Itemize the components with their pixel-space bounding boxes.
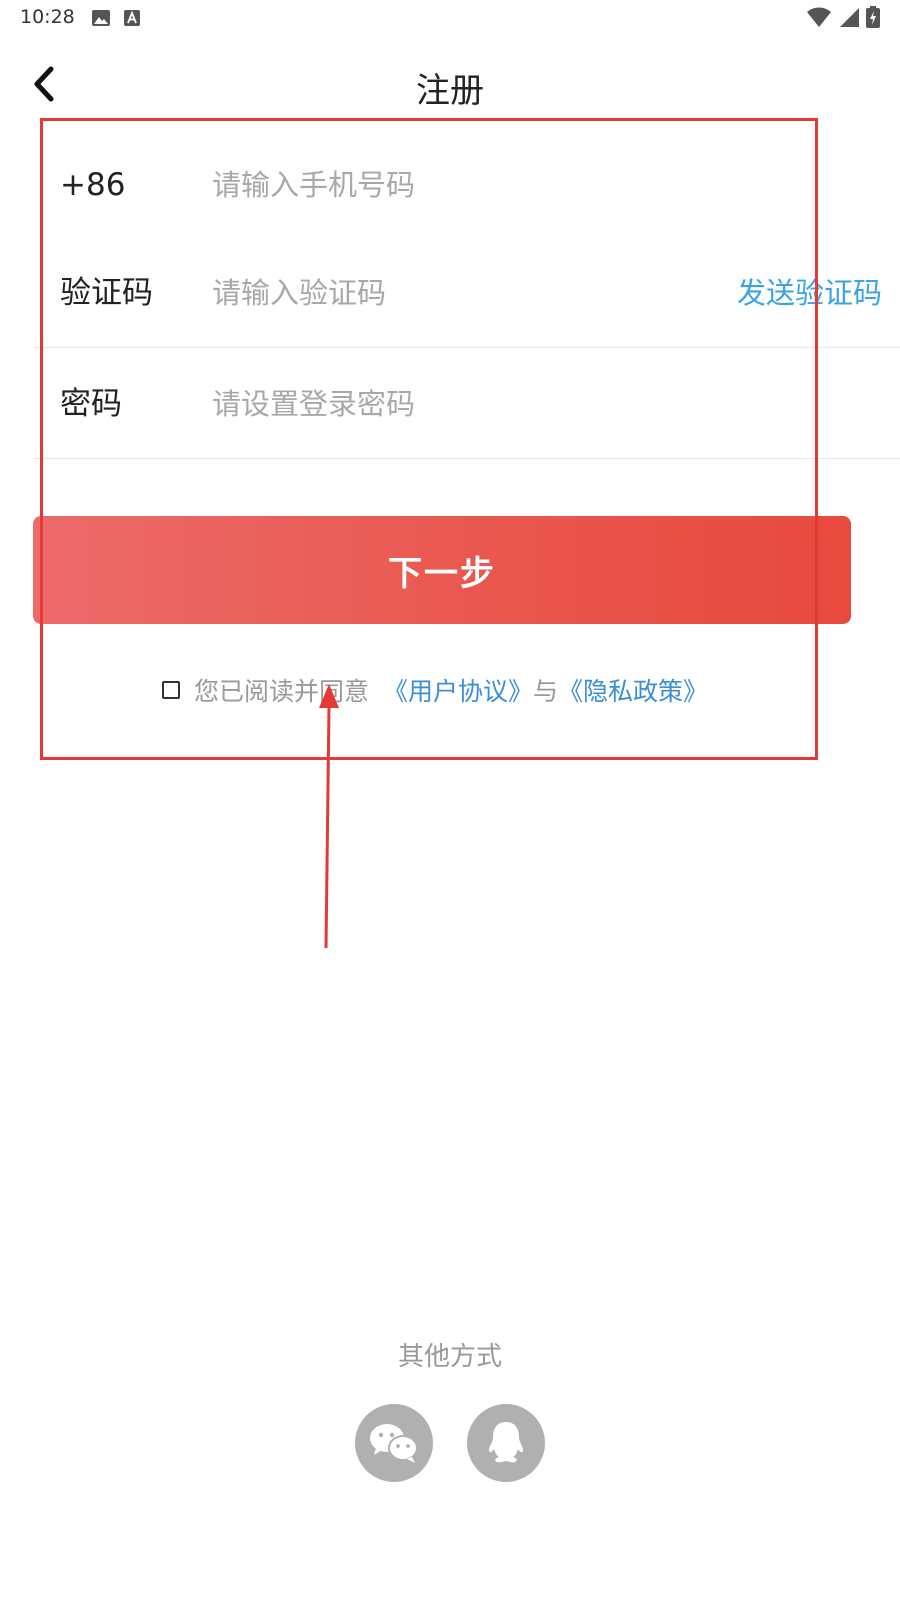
agreement-checkbox[interactable]	[161, 681, 180, 699]
password-input[interactable]	[212, 377, 712, 431]
cellular-signal-icon	[840, 8, 859, 27]
other-methods-label: 其他方式	[397, 1342, 502, 1372]
social-login-row	[0, 1404, 900, 1482]
password-label: 密码	[60, 386, 122, 422]
text-notification-icon	[124, 10, 140, 26]
row-divider	[34, 347, 900, 348]
agreement-row: 您已阅读并同意 《用户协议》 与 《隐私政策》	[0, 670, 900, 710]
agreement-text: 您已阅读并同意	[193, 677, 369, 706]
wechat-login-button[interactable]	[355, 1404, 433, 1482]
qq-login-button[interactable]	[467, 1404, 545, 1482]
page-title: 注册	[416, 71, 484, 111]
verification-code-input[interactable]	[212, 266, 692, 320]
row-divider	[34, 458, 900, 459]
battery-icon	[866, 6, 880, 28]
agreement-and-text: 与	[533, 677, 559, 706]
image-notification-icon	[92, 10, 110, 26]
status-system-icons	[806, 6, 880, 28]
privacy-policy-link[interactable]: 《隐私政策》	[558, 672, 708, 708]
send-code-button[interactable]: 发送验证码	[737, 238, 882, 348]
phone-row: +86	[34, 130, 900, 240]
qq-icon	[488, 1422, 524, 1463]
password-row: 密码	[34, 349, 900, 459]
wechat-icon	[370, 1424, 418, 1463]
nav-bar: 注册	[0, 50, 900, 120]
phone-input[interactable]	[212, 158, 712, 212]
annotation-arrow	[319, 684, 339, 949]
wifi-icon	[807, 7, 831, 27]
country-code-label: +86	[60, 167, 126, 203]
verification-code-row: 验证码 发送验证码	[34, 238, 900, 348]
status-time: 10:28	[20, 6, 75, 28]
status-bar: 10:28	[0, 0, 900, 36]
verification-code-label: 验证码	[60, 275, 153, 311]
user-agreement-link[interactable]: 《用户协议》	[383, 672, 533, 708]
next-button[interactable]: 下一步	[33, 516, 851, 624]
status-notification-icons	[92, 9, 140, 27]
